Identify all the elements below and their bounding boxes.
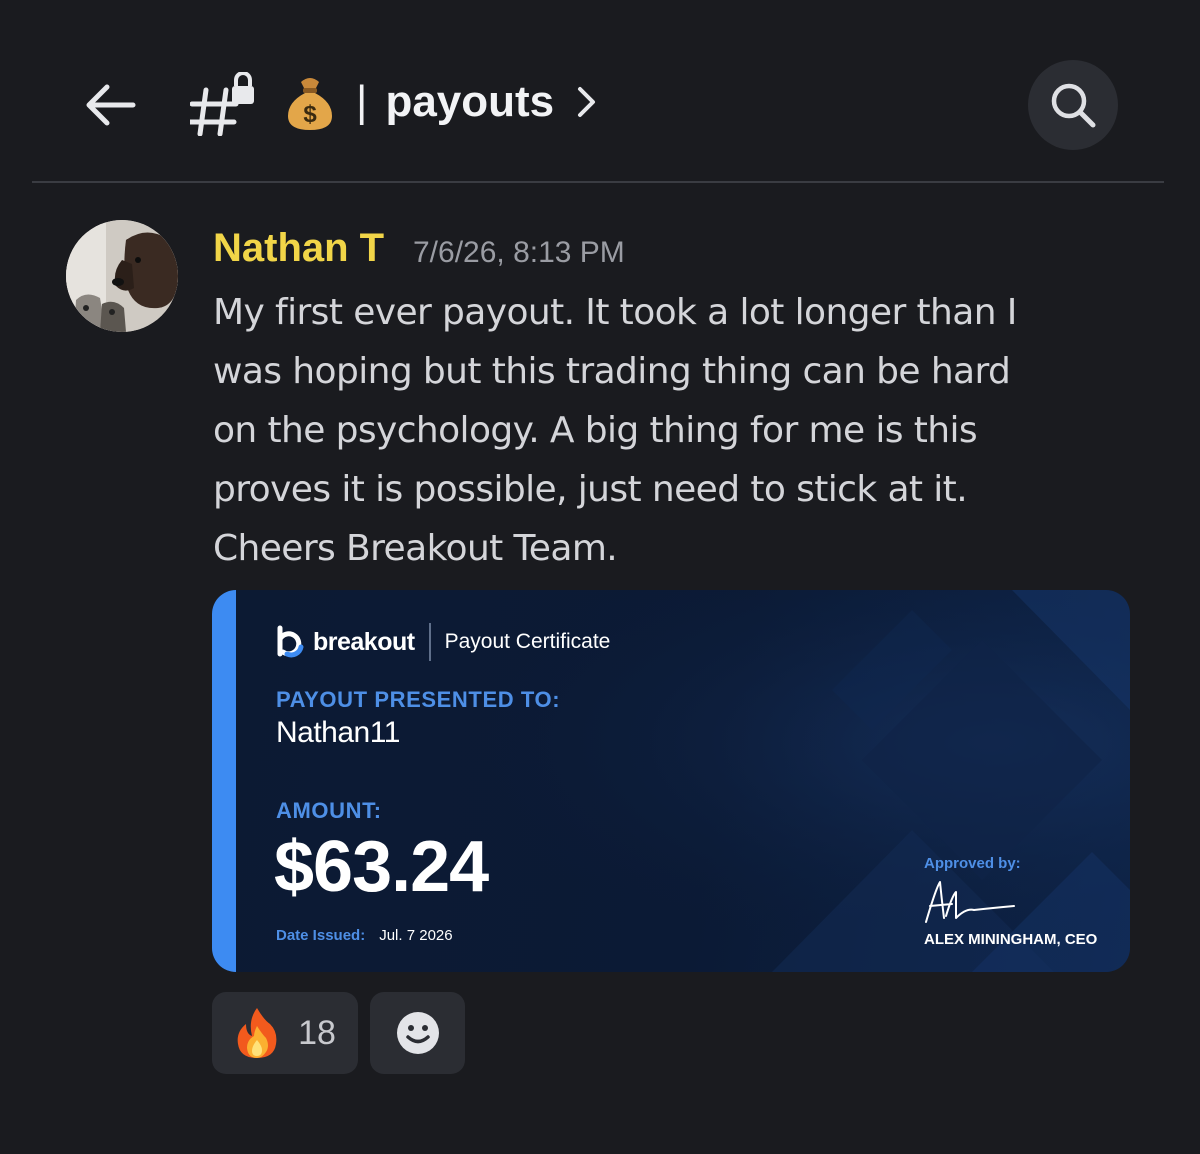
search-button[interactable] bbox=[1028, 60, 1118, 150]
message-author[interactable]: Nathan T bbox=[213, 226, 384, 271]
money-bag-icon: $ bbox=[288, 78, 332, 130]
add-reaction-icon bbox=[396, 1012, 439, 1054]
message-line: on the psychology. A big thing for me is… bbox=[213, 410, 978, 451]
message-line: My first ever payout. It took a lot long… bbox=[213, 292, 1017, 333]
message-body: My first ever payout. It took a lot long… bbox=[213, 283, 1113, 578]
search-icon bbox=[1051, 83, 1096, 128]
fire-icon bbox=[237, 1008, 277, 1058]
channel-header: $ | payouts bbox=[0, 0, 1200, 182]
signer-name: ALEX MININGHAM, CEO bbox=[924, 931, 1098, 948]
date-issued-row: Date Issued: Jul. 7 2026 bbox=[276, 927, 453, 944]
approved-by-label: Approved by: bbox=[924, 855, 1021, 872]
logo-divider bbox=[428, 623, 431, 661]
locked-channel-hash-icon bbox=[190, 72, 254, 136]
title-separator: | bbox=[356, 77, 368, 126]
avatar[interactable] bbox=[66, 220, 178, 332]
reaction-count: 18 bbox=[298, 1013, 336, 1052]
date-issued-value: Jul. 7 2026 bbox=[379, 927, 453, 944]
message-line: was hoping but this trading thing can be… bbox=[213, 351, 1011, 392]
certificate-accent-bar bbox=[212, 590, 236, 972]
chat-screen: $ | payouts Nathan T 7/6/26, 8:13 PM My … bbox=[0, 0, 1200, 1154]
date-issued-label: Date Issued: bbox=[276, 927, 366, 944]
svg-text:$: $ bbox=[303, 101, 317, 128]
back-button[interactable] bbox=[82, 76, 140, 134]
channel-name: payouts bbox=[385, 77, 555, 126]
brand-name: breakout bbox=[313, 627, 415, 656]
message-line: Cheers Breakout Team. bbox=[213, 528, 618, 569]
breakout-logo-icon bbox=[277, 625, 304, 658]
payout-amount: $63.24 bbox=[274, 827, 489, 907]
add-reaction-button[interactable] bbox=[370, 992, 465, 1074]
presented-to-label: PAYOUT PRESENTED TO: bbox=[276, 687, 561, 712]
amount-label: AMOUNT: bbox=[276, 798, 382, 823]
chevron-right-icon bbox=[578, 87, 596, 117]
header-divider bbox=[32, 181, 1164, 183]
payout-certificate-image[interactable]: breakout Payout Certificate PAYOUT PRESE… bbox=[212, 590, 1130, 972]
arrow-left-icon bbox=[86, 84, 136, 126]
message-line: proves it is possible, just need to stic… bbox=[213, 469, 968, 510]
ceo-signature bbox=[925, 881, 1015, 923]
fire-reaction[interactable]: 18 bbox=[212, 992, 358, 1074]
certificate-type: Payout Certificate bbox=[444, 630, 611, 653]
message-timestamp: 7/6/26, 8:13 PM bbox=[413, 236, 625, 269]
channel-title[interactable]: | payouts bbox=[356, 72, 598, 132]
certificate-header: breakout Payout Certificate bbox=[275, 622, 610, 662]
dog-avatar-image bbox=[66, 220, 178, 332]
recipient-name: Nathan11 bbox=[276, 716, 400, 749]
